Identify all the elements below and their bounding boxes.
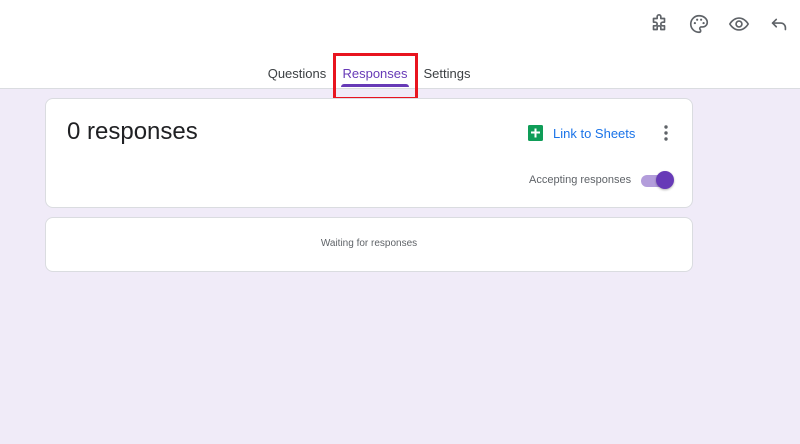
toggle-thumb — [656, 171, 674, 189]
more-options-icon[interactable] — [656, 123, 676, 143]
tab-questions-label: Questions — [267, 66, 327, 81]
tab-bar: Questions Responses Settings — [0, 59, 800, 89]
tab-settings[interactable]: Settings — [420, 59, 474, 89]
accepting-responses-toggle[interactable] — [641, 171, 674, 189]
link-to-sheets-button[interactable]: Link to Sheets — [528, 123, 635, 143]
tab-responses[interactable]: Responses — [337, 59, 413, 89]
addon-icon[interactable] — [646, 11, 672, 37]
palette-icon[interactable] — [686, 11, 712, 37]
responses-summary-card: 0 responses Link to Sheets Accepting res… — [45, 98, 693, 208]
undo-icon[interactable] — [766, 11, 792, 37]
preview-eye-icon[interactable] — [726, 11, 752, 37]
tab-responses-label: Responses — [342, 66, 408, 81]
accepting-responses-label: Accepting responses — [529, 174, 632, 186]
link-to-sheets-label: Link to Sheets — [553, 125, 636, 141]
waiting-card: Waiting for responses — [45, 217, 693, 272]
tab-questions[interactable]: Questions — [264, 59, 330, 89]
tab-settings-label: Settings — [423, 66, 471, 81]
header: Questions Responses Settings — [0, 0, 800, 89]
sheets-icon — [528, 125, 543, 141]
active-tab-indicator — [341, 84, 409, 87]
waiting-for-responses-text: Waiting for responses — [320, 238, 418, 249]
responses-count: 0 responses — [67, 118, 198, 145]
